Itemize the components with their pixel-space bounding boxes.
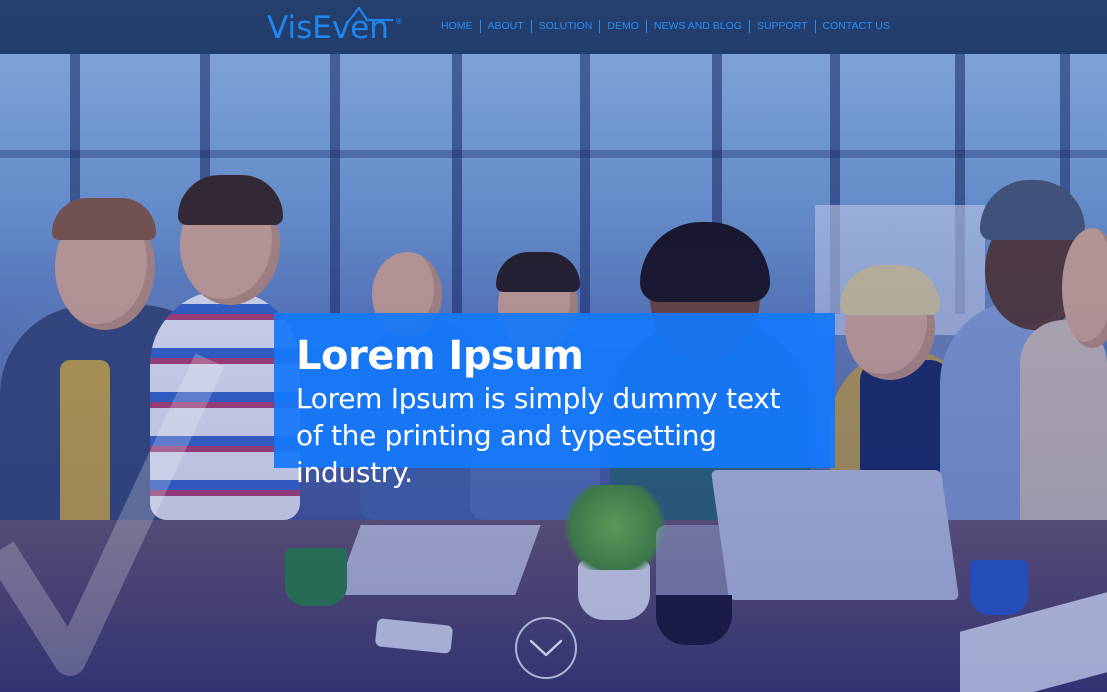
nav-item-home[interactable]: HOME xyxy=(434,20,481,33)
viseven-logo[interactable]: VisEven ® xyxy=(267,6,403,48)
nav-item-solution[interactable]: SOLUTION xyxy=(532,20,601,33)
hero-caption-box: Lorem Ipsum Lorem Ipsum is simply dummy … xyxy=(274,313,835,489)
scroll-down-button[interactable] xyxy=(515,617,577,679)
chevron-down-icon xyxy=(529,639,563,657)
registered-mark: ® xyxy=(395,17,403,26)
nav-item-about[interactable]: ABOUT xyxy=(481,20,532,33)
nav-item-demo[interactable]: DEMO xyxy=(600,20,647,33)
main-nav: HOME ABOUT SOLUTION DEMO NEWS AND BLOG S… xyxy=(434,20,897,33)
logo-swoosh-icon xyxy=(345,6,393,27)
nav-item-contact-us[interactable]: CONTACT US xyxy=(816,20,897,33)
nav-item-news-and-blog[interactable]: NEWS AND BLOG xyxy=(647,20,750,33)
nav-item-support[interactable]: SUPPORT xyxy=(750,20,816,33)
top-navigation-bar: VisEven ® HOME ABOUT SOLUTION DEMO NEWS … xyxy=(0,0,1107,54)
hero-title: Lorem Ipsum xyxy=(296,333,584,379)
watermark-v-graphic xyxy=(0,353,225,676)
hero-text: Lorem Ipsum is simply dummy text of the … xyxy=(296,382,781,489)
